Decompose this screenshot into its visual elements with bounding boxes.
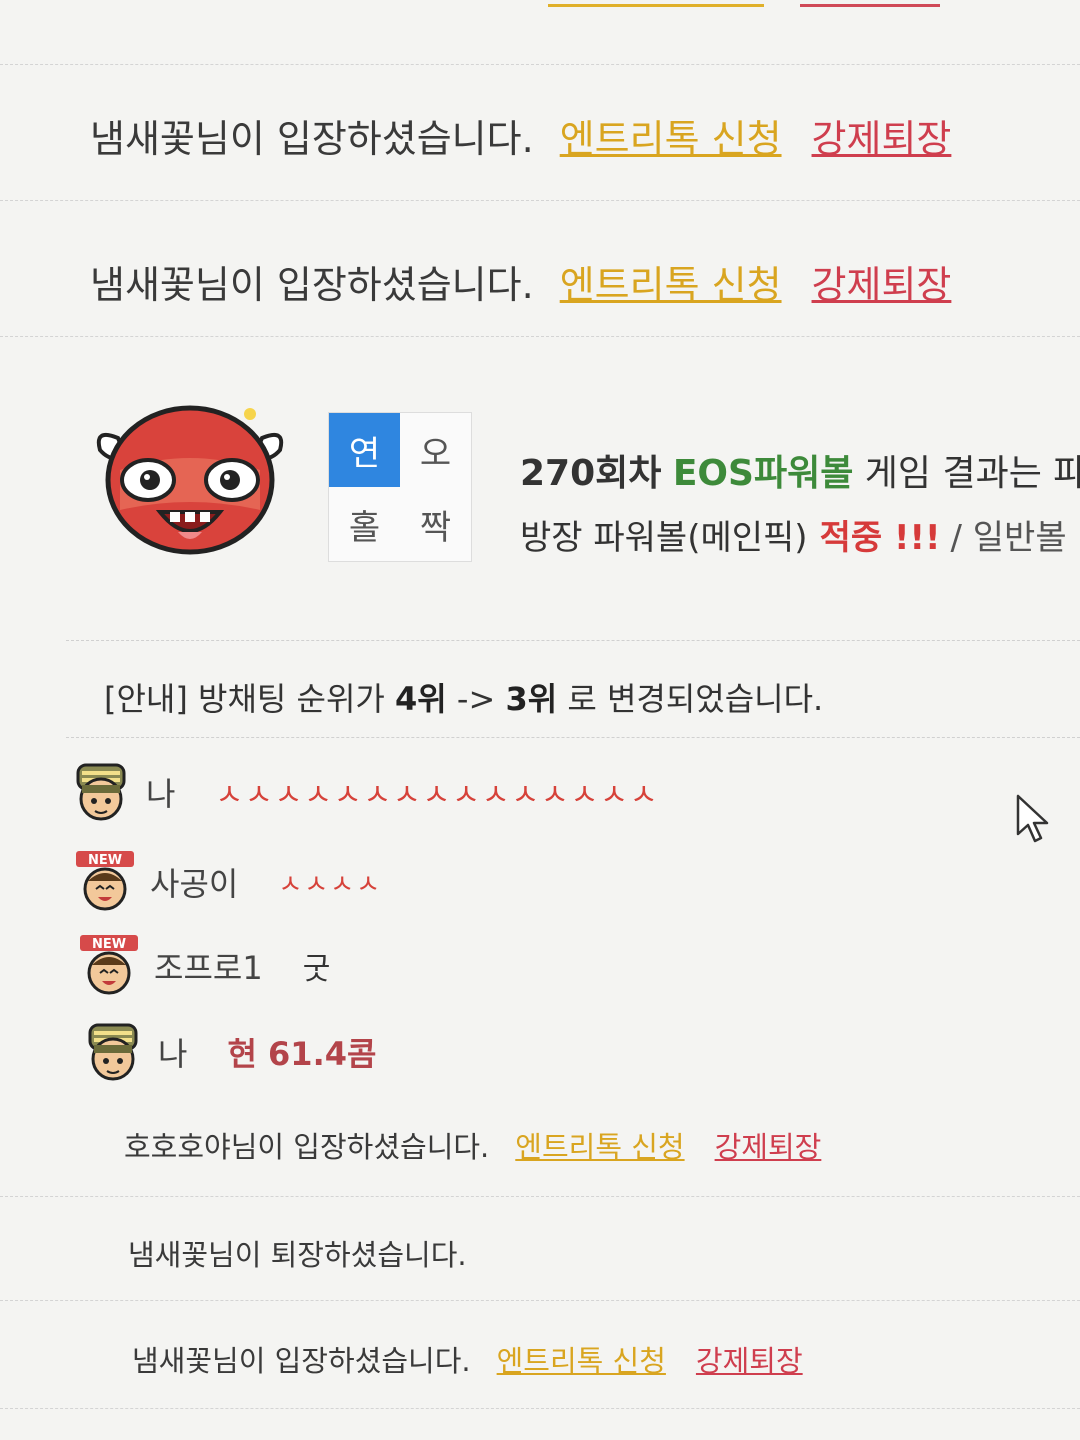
notice-prefix: [안내] 방채팅 순위가 — [104, 680, 385, 718]
chat-text: 현 61.4콤 — [227, 1035, 377, 1073]
divider — [0, 336, 1080, 337]
message-text: 호호호야님이 입장하셨습니다. — [124, 1130, 490, 1164]
chat-text: 굿 — [302, 952, 331, 987]
system-message: 냄새꽃님이 퇴장하셨습니다. — [128, 1232, 467, 1274]
soldier-avatar-icon[interactable] — [70, 761, 132, 823]
entry-talk-request-link[interactable]: 엔트리톡 신청 — [515, 1124, 684, 1166]
chat-message: NEW 사공이 ㅅㅅㅅㅅ — [74, 850, 382, 914]
result-line-1-rest: 게임 결과는 파 — [864, 453, 1080, 494]
system-message: 냄새꽃님이 입장하셨습니다. 엔트리톡 신청 강제퇴장 — [90, 254, 951, 309]
force-kick-link[interactable]: 강제퇴장 — [812, 254, 952, 309]
notice-suffix: 로 변경되었습니다. — [567, 680, 824, 718]
new-user-avatar-icon[interactable]: NEW — [74, 851, 136, 913]
entry-talk-request-link[interactable]: 엔트리톡 신청 — [560, 108, 782, 163]
entry-talk-request-link[interactable]: 엔트리톡 신청 — [560, 254, 782, 309]
grid-cell-selected: 연 — [329, 413, 400, 487]
game-result-block: 연 오 홀 짝 270회차 EOS파워볼 게임 결과는 파 방장 파워볼(메인픽… — [90, 392, 1080, 572]
grid-cell: 홀 — [348, 507, 381, 548]
red-devil-mascot-icon — [96, 405, 284, 555]
notice-to-rank: 3위 — [505, 680, 558, 718]
grid-cell: 짝 — [419, 507, 452, 548]
chat-text: ㅅㅅㅅㅅㅅㅅㅅㅅㅅㅅㅅㅅㅅㅅㅅ — [215, 778, 660, 813]
game-name: EOS파워볼 — [672, 453, 854, 494]
chat-message: 나 현 61.4콤 — [82, 1020, 376, 1084]
divider — [0, 64, 1080, 65]
message-text: 냄새꽃님이 입장하셨습니다. — [90, 117, 534, 161]
force-kick-link[interactable]: 강제퇴장 — [812, 108, 952, 163]
entry-talk-request-link[interactable]: 엔트리톡 신청 — [497, 1338, 666, 1380]
chat-username[interactable]: 나 — [158, 1029, 187, 1075]
chat-username[interactable]: 나 — [146, 769, 175, 815]
new-user-avatar-icon[interactable]: NEW — [78, 935, 140, 997]
result-line-1: 270회차 EOS파워볼 게임 결과는 파 — [520, 444, 1080, 496]
new-badge: NEW — [92, 937, 126, 952]
chat-window: 냄새꽃님이 입장하셨습니다. 엔트리톡 신청 강제퇴장 냄새꽃님이 입장하셨습니… — [0, 0, 1080, 1440]
result-line-2: 방장 파워볼(메인픽) 적중 !!! / 일반볼 — [520, 510, 1067, 559]
previous-message-links — [0, 0, 1080, 14]
result-line-2-suffix: / 일반볼 — [950, 518, 1067, 558]
result-grid: 연 오 홀 짝 — [328, 412, 472, 562]
entry-link-cutoff[interactable] — [548, 0, 764, 7]
result-line-2-prefix: 방장 파워볼(메인픽) — [520, 518, 808, 558]
system-message: 냄새꽃님이 입장하셨습니다. 엔트리톡 신청 강제퇴장 — [132, 1338, 803, 1380]
divider — [0, 1196, 1080, 1197]
divider — [0, 1408, 1080, 1409]
message-text: 냄새꽃님이 입장하셨습니다. — [132, 1344, 471, 1378]
grid-cell: 오 — [419, 433, 452, 474]
chat-message: 나 ㅅㅅㅅㅅㅅㅅㅅㅅㅅㅅㅅㅅㅅㅅㅅ — [70, 760, 659, 824]
chat-username[interactable]: 조프로1 — [154, 943, 263, 989]
hit-badge: 적중 !!! — [819, 518, 941, 558]
divider — [0, 1300, 1080, 1301]
divider — [0, 200, 1080, 201]
force-kick-link[interactable]: 강제퇴장 — [696, 1338, 803, 1380]
chat-message: NEW 조프로1 굿 — [78, 934, 330, 998]
chat-username[interactable]: 사공이 — [150, 859, 238, 905]
message-text: 냄새꽃님이 입장하셨습니다. — [90, 263, 534, 307]
mouse-cursor-icon — [1016, 794, 1049, 843]
system-message: 호호호야님이 입장하셨습니다. 엔트리톡 신청 강제퇴장 — [124, 1124, 821, 1166]
notice-from-rank: 4위 — [395, 680, 447, 718]
force-kick-link[interactable]: 강제퇴장 — [715, 1124, 822, 1166]
system-message: 냄새꽃님이 입장하셨습니다. 엔트리톡 신청 강제퇴장 — [90, 108, 951, 163]
kick-link-cutoff[interactable] — [800, 0, 940, 7]
rank-notice: [안내] 방채팅 순위가 4위 -> 3위 로 변경되었습니다. — [104, 674, 823, 720]
message-text: 냄새꽃님이 퇴장하셨습니다. — [128, 1238, 467, 1272]
round-number: 270회차 — [520, 453, 662, 494]
soldier-avatar-icon[interactable] — [82, 1021, 144, 1083]
new-badge: NEW — [88, 853, 122, 868]
chat-text: ㅅㅅㅅㅅ — [278, 869, 383, 900]
notice-arrow: -> — [456, 680, 496, 718]
